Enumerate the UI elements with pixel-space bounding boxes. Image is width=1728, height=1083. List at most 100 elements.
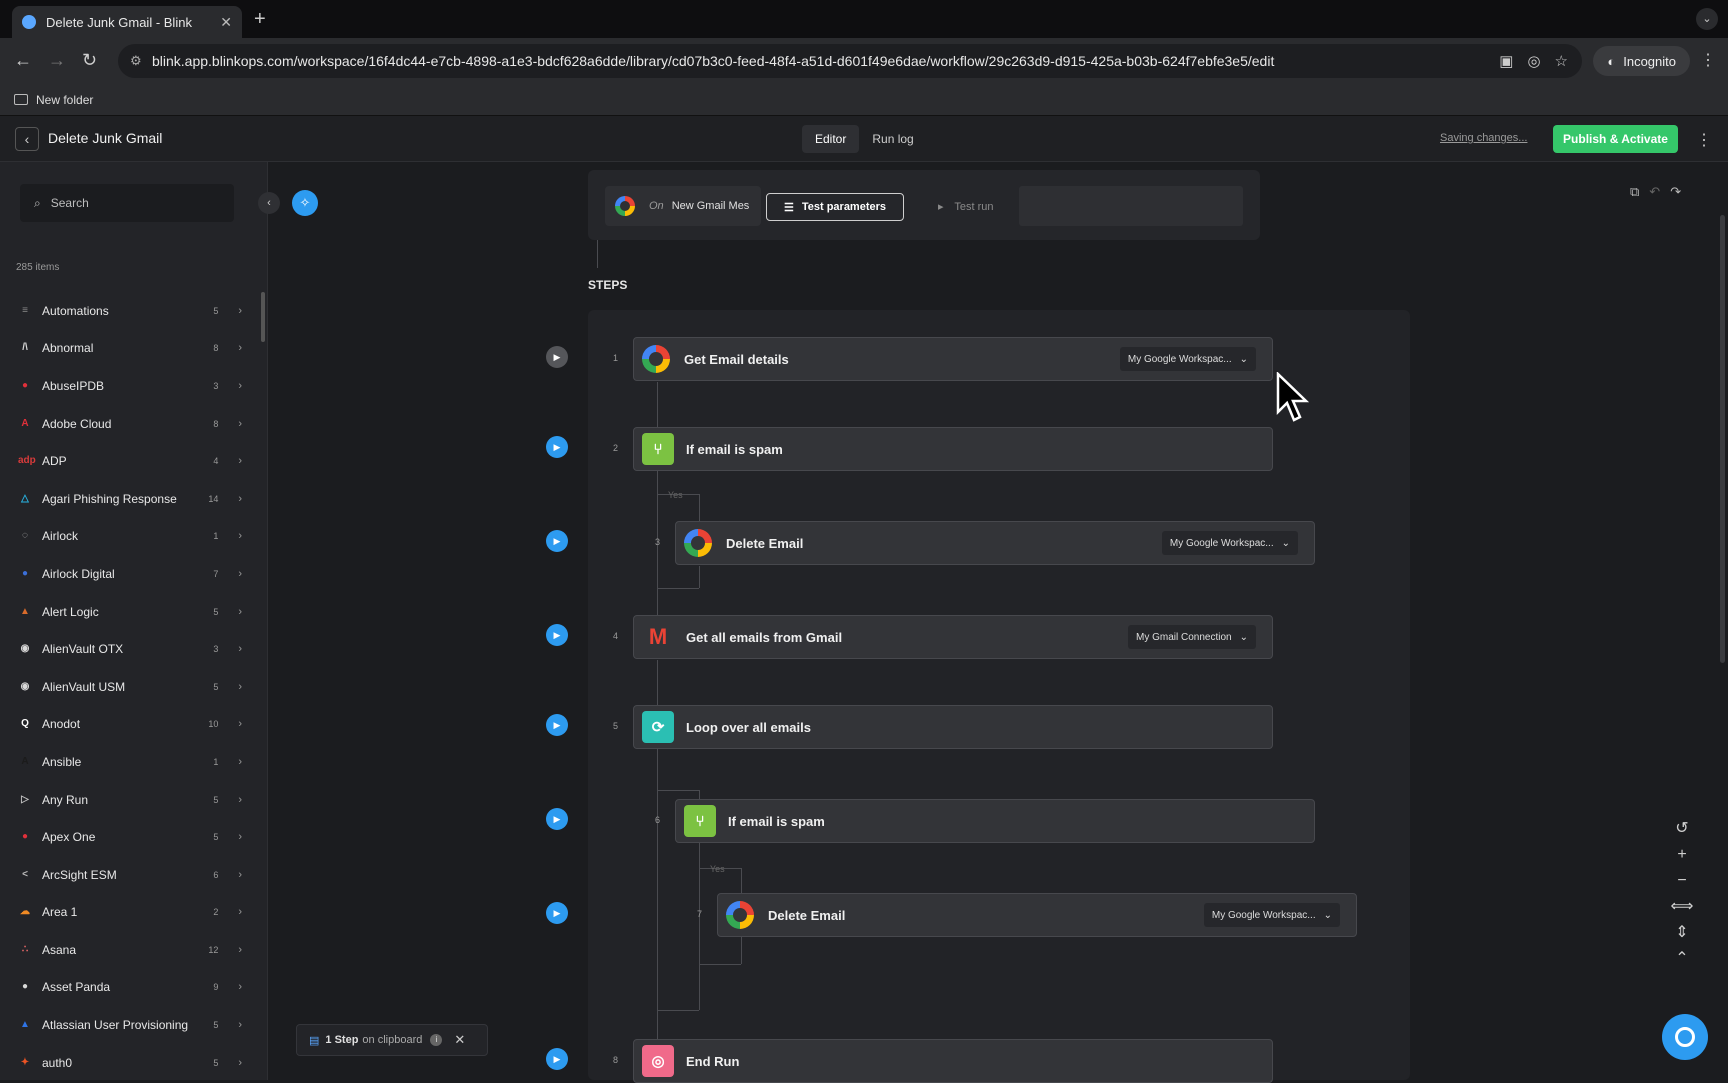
- undo-icon[interactable]: ↶: [1649, 184, 1660, 200]
- run-step-play-icon[interactable]: ▶: [546, 436, 568, 458]
- workflow-step[interactable]: ◎ End Run: [633, 1039, 1273, 1083]
- sidebar-item[interactable]: ● Airlock Digital 7 ›: [0, 555, 258, 593]
- sidebar-item[interactable]: ≡ Automations 5 ›: [0, 292, 258, 330]
- sidebar-item[interactable]: ◉ AlienVault USM 5 ›: [0, 668, 258, 706]
- expand-icon[interactable]: ⌃: [1675, 950, 1688, 968]
- workflow-title[interactable]: Delete Junk Gmail: [48, 130, 162, 146]
- sidebar-item[interactable]: ▲ Alert Logic 5 ›: [0, 593, 258, 631]
- workflow-step[interactable]: M Get all emails from Gmail My Gmail Conne…: [633, 615, 1273, 659]
- workflow-step[interactable]: Get Email details My Google Workspac... ⌄: [633, 337, 1273, 381]
- clear-clipboard-icon[interactable]: ✕: [454, 1032, 465, 1048]
- workflow-step[interactable]: Delete Email My Google Workspac... ⌄: [717, 893, 1357, 937]
- workflow-step[interactable]: Delete Email My Google Workspac... ⌄: [675, 521, 1315, 565]
- run-step-play-icon[interactable]: ▶: [546, 346, 568, 368]
- run-output-field[interactable]: [1019, 186, 1243, 226]
- connector-line: [657, 660, 658, 706]
- connection-dropdown[interactable]: My Google Workspac... ⌄: [1119, 347, 1256, 371]
- run-step-play-icon[interactable]: ▶: [546, 902, 568, 924]
- back-icon[interactable]: ←: [14, 50, 32, 71]
- reload-icon[interactable]: ↻: [82, 50, 97, 71]
- sidebar-item[interactable]: ● AbuseIPDB 3 ›: [0, 367, 258, 405]
- more-options-icon[interactable]: ⋮: [1696, 130, 1712, 150]
- test-run-button[interactable]: ▸ Test run: [938, 200, 994, 213]
- run-step-play-icon[interactable]: ▶: [546, 530, 568, 552]
- sidebar-item[interactable]: adp ADP 4 ›: [0, 442, 258, 480]
- sidebar-item[interactable]: ∴ Asana 12 ›: [0, 931, 258, 969]
- incognito-badge[interactable]: ◐ Incognito: [1593, 46, 1690, 76]
- sidebar-item-label: Asset Panda: [42, 980, 111, 995]
- collapse-sidebar-icon[interactable]: ‹: [258, 192, 280, 214]
- integration-logo-icon: A: [21, 755, 29, 767]
- copy-icon[interactable]: ⧉: [1630, 184, 1639, 200]
- info-icon[interactable]: i: [430, 1034, 443, 1046]
- browser-tab[interactable]: Delete Junk Gmail - Blink ✕: [12, 6, 242, 38]
- sidebar-item[interactable]: ◉ AlienVault OTX 3 ›: [0, 630, 258, 668]
- sidebar-item[interactable]: A Ansible 1 ›: [0, 743, 258, 781]
- connection-dropdown[interactable]: My Google Workspac... ⌄: [1203, 903, 1340, 927]
- workflow-step[interactable]: ⑂ If email is spam: [633, 427, 1273, 471]
- workflow-step[interactable]: ⟳ Loop over all emails: [633, 705, 1273, 749]
- sidebar-scrollbar[interactable]: [261, 292, 265, 342]
- back-button[interactable]: ‹: [15, 127, 39, 151]
- publish-activate-button[interactable]: Publish & Activate: [1553, 125, 1678, 153]
- tab-run-log[interactable]: Run log: [859, 125, 926, 153]
- address-bar[interactable]: ⚙ blink.app.blinkops.com/workspace/16f4d…: [118, 44, 1582, 78]
- redo-icon[interactable]: ↷: [1670, 184, 1681, 200]
- sidebar-item[interactable]: Q Anodot 10 ›: [0, 706, 258, 744]
- browser-menu-icon[interactable]: ⋮: [1700, 50, 1716, 70]
- google-icon: [684, 529, 712, 557]
- sidebar-item-count: 10: [208, 719, 219, 730]
- forward-icon[interactable]: →: [48, 50, 66, 71]
- search-input[interactable]: ⌕ Search: [20, 184, 234, 222]
- sidebar-item[interactable]: /\ Abnormal 8 ›: [0, 330, 258, 368]
- chevron-right-icon: ›: [238, 379, 242, 392]
- zoom-in-icon[interactable]: +: [1677, 846, 1686, 864]
- sidebar-item[interactable]: A Adobe Cloud 8 ›: [0, 405, 258, 443]
- bookmark-star-icon[interactable]: ☆: [1555, 52, 1568, 70]
- google-icon: [615, 196, 635, 216]
- sidebar-item[interactable]: ☁ Area 1 2 ›: [0, 894, 258, 932]
- chevron-right-icon: ›: [238, 831, 242, 844]
- sidebar-item-label: Any Run: [42, 792, 89, 807]
- sidebar-item[interactable]: ✦ auth0 5 ›: [0, 1044, 258, 1080]
- trigger-card[interactable]: On New Gmail Mes: [605, 186, 761, 226]
- new-tab-icon[interactable]: +: [254, 8, 266, 31]
- gmail-icon: M: [648, 624, 668, 649]
- site-info-icon[interactable]: ⚙: [130, 53, 142, 69]
- sidebar-item[interactable]: △ Agari Phishing Response 14 ›: [0, 480, 258, 518]
- connection-dropdown[interactable]: My Gmail Connection ⌄: [1128, 625, 1256, 649]
- zoom-out-icon[interactable]: −: [1677, 872, 1686, 890]
- canvas-scrollbar[interactable]: [1720, 215, 1725, 663]
- tracking-eye-icon[interactable]: ◎: [1527, 52, 1540, 70]
- workflow-step[interactable]: ⑂ If email is spam: [675, 799, 1315, 843]
- tab-search-icon[interactable]: ⌄: [1696, 8, 1718, 30]
- tab-editor[interactable]: Editor: [802, 125, 860, 153]
- run-step-play-icon[interactable]: ▶: [546, 1048, 568, 1070]
- integration-logo-icon: ◉: [20, 643, 30, 655]
- integration-logo-icon: ▷: [21, 793, 29, 805]
- sidebar-item[interactable]: ● Asset Panda 9 ›: [0, 969, 258, 1007]
- help-search-button[interactable]: [1662, 1014, 1708, 1060]
- close-tab-icon[interactable]: ✕: [220, 14, 232, 31]
- bookmark-folder[interactable]: New folder: [36, 93, 93, 107]
- test-parameters-button[interactable]: ☰ Test parameters: [766, 193, 904, 221]
- run-step-play-icon[interactable]: ▶: [546, 714, 568, 736]
- saving-status[interactable]: Saving changes...: [1440, 132, 1527, 144]
- sidebar-item[interactable]: ● Apex One 5 ›: [0, 818, 258, 856]
- reset-view-icon[interactable]: ↺: [1675, 820, 1688, 838]
- list-icon: ☰: [783, 201, 794, 214]
- run-step-play-icon[interactable]: ▶: [546, 808, 568, 830]
- run-step-play-icon[interactable]: ▶: [546, 624, 568, 646]
- sidebar-item-label: Anodot: [42, 717, 81, 732]
- connection-dropdown[interactable]: My Google Workspac... ⌄: [1161, 531, 1298, 555]
- sidebar-item[interactable]: ▲ Atlassian User Provisioning 5 ›: [0, 1006, 258, 1044]
- connection-label: My Gmail Connection: [1136, 631, 1232, 643]
- fit-horizontal-icon[interactable]: ⟺: [1671, 898, 1694, 916]
- sidebar-item[interactable]: < ArcSight ESM 6 ›: [0, 856, 258, 894]
- sidebar-item[interactable]: ▷ Any Run 5 ›: [0, 781, 258, 819]
- items-count: 285 items: [16, 262, 60, 273]
- clipboard-permission-icon[interactable]: ▣: [1499, 52, 1513, 70]
- sidebar-item[interactable]: ◌ Airlock 1 ›: [0, 518, 258, 556]
- blink-assistant-icon[interactable]: ✧: [292, 190, 318, 216]
- fit-vertical-icon[interactable]: ⇕: [1675, 924, 1688, 942]
